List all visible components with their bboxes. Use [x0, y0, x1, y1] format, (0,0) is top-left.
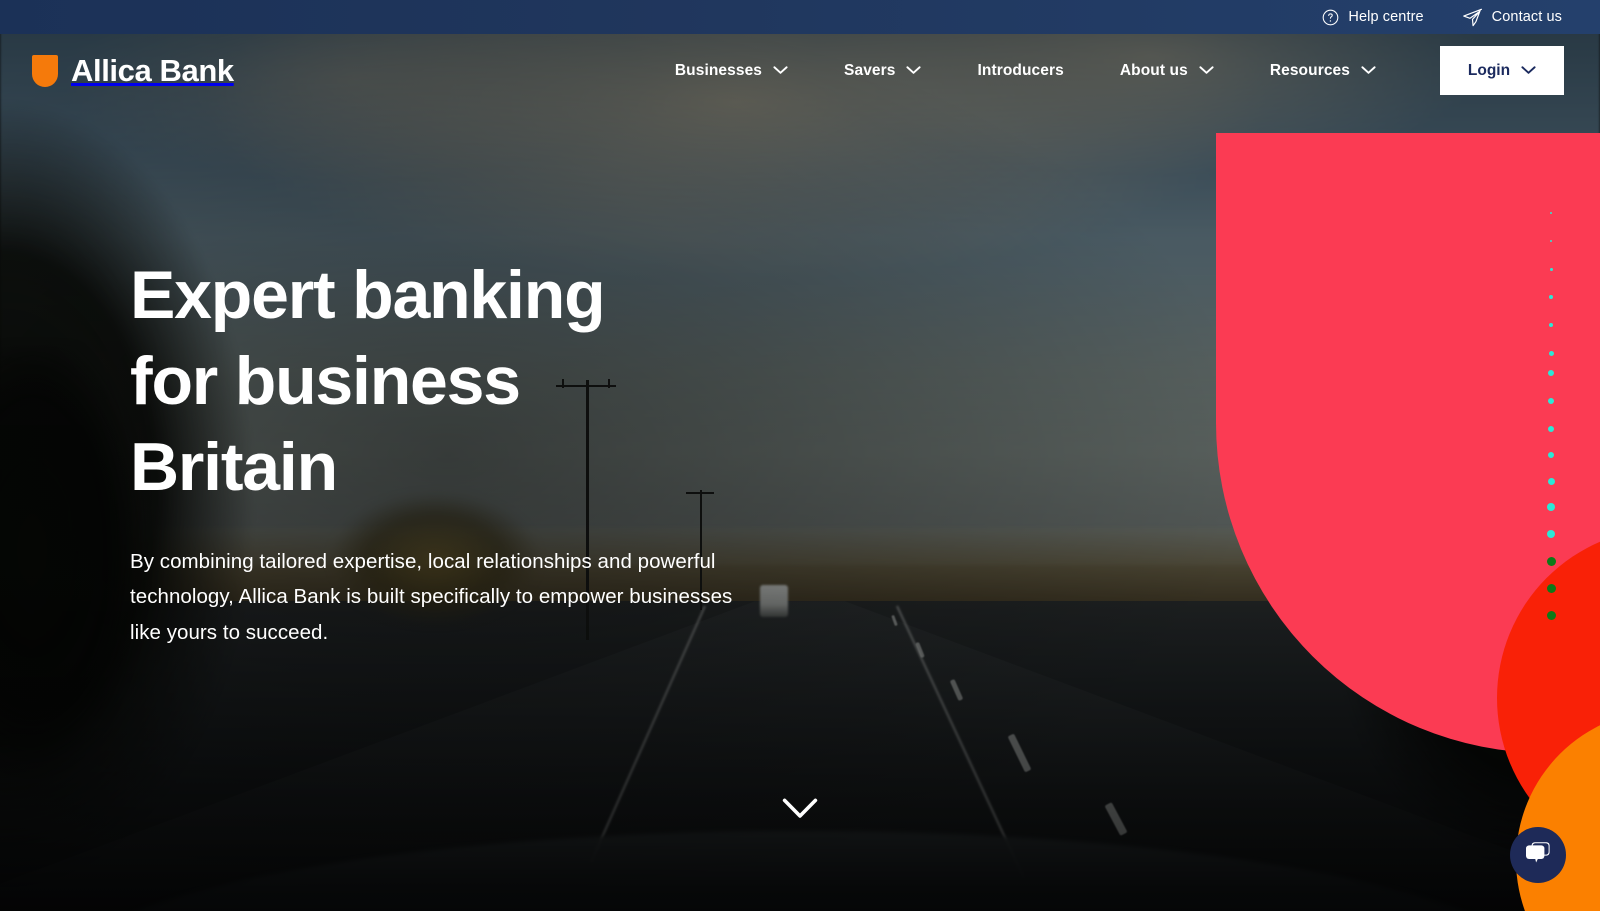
chevron-down-icon [1199, 62, 1214, 80]
chat-bubble-icon [1523, 839, 1553, 871]
primary-nav-links: Businesses Savers Introducers About us R… [647, 62, 1404, 80]
nav-label: Resources [1269, 61, 1350, 79]
logo-wordmark: Allica Bank [71, 52, 234, 88]
nav-item-businesses[interactable]: Businesses [647, 62, 816, 80]
login-label: Login [1467, 61, 1511, 79]
hero-content: Expert banking for business Britain By c… [130, 252, 890, 650]
hero-subheading: By combining tailored expertise, local r… [130, 550, 733, 644]
scroll-down-button[interactable] [782, 798, 818, 825]
help-centre-label: Help centre [1348, 9, 1424, 25]
question-mark-circle-icon [1322, 9, 1339, 26]
top-utility-bar: Help centre Contact us [0, 0, 1600, 34]
chevron-down-icon [773, 62, 788, 80]
nav-item-resources[interactable]: Resources [1242, 62, 1404, 80]
live-chat-button[interactable] [1510, 827, 1566, 883]
nav-item-savers[interactable]: Savers [816, 62, 949, 80]
chevron-down-icon [1361, 62, 1376, 80]
main-navigation-bar: Allica Bank Businesses Savers Introducer… [0, 34, 1600, 107]
nav-label: Savers [844, 61, 896, 79]
nav-label: About us [1119, 61, 1188, 79]
login-button[interactable]: Login [1440, 46, 1564, 95]
chevron-down-icon [782, 798, 818, 824]
nav-item-about-us[interactable]: About us [1092, 62, 1242, 80]
help-centre-link[interactable]: Help centre [1322, 9, 1424, 26]
hero-heading: Expert banking for business Britain [130, 257, 606, 506]
paper-plane-icon [1462, 8, 1483, 27]
shield-icon [32, 54, 58, 87]
contact-us-link[interactable]: Contact us [1462, 8, 1562, 27]
contact-us-label: Contact us [1491, 9, 1562, 25]
nav-label: Introducers [977, 61, 1064, 79]
chevron-down-icon [906, 62, 922, 80]
allica-bank-logo[interactable]: Allica Bank [32, 53, 234, 89]
nav-label: Businesses [674, 61, 763, 79]
chevron-down-icon [1521, 62, 1536, 80]
nav-item-introducers[interactable]: Introducers [949, 62, 1091, 80]
